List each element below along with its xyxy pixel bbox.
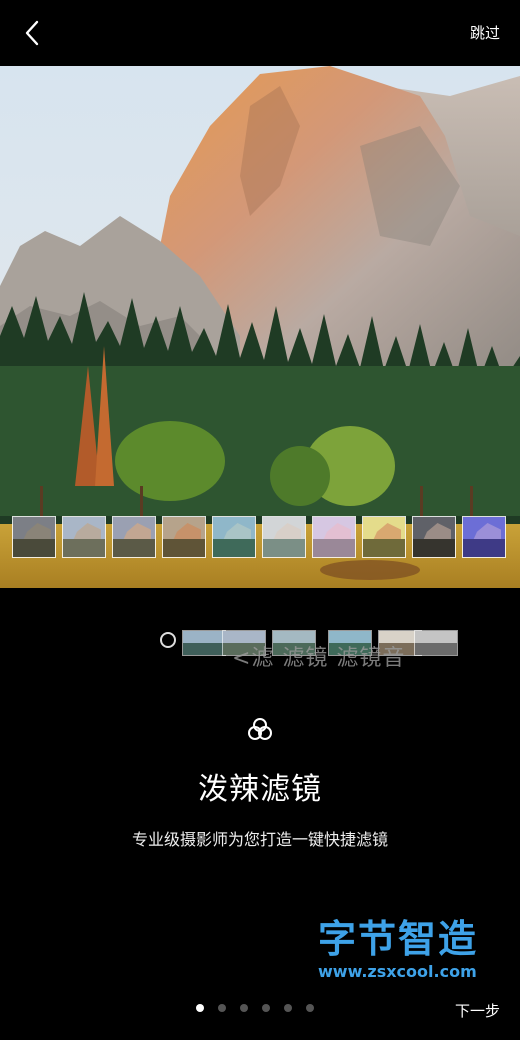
filter-thumbnail[interactable] bbox=[262, 516, 306, 558]
feature-subtitle: 专业级摄影师为您打造一键快捷滤镜 bbox=[131, 830, 388, 849]
watermark-url: www.zsxcool.com bbox=[318, 962, 477, 981]
thumbnail-ground bbox=[263, 539, 305, 557]
filter-thumbnail[interactable] bbox=[62, 516, 106, 558]
filter-thumbnail[interactable] bbox=[12, 516, 56, 558]
filter-preview-strip: <滤 滤镜 滤镜音 bbox=[160, 626, 458, 671]
filter-thumbnail[interactable] bbox=[312, 516, 356, 558]
filter-thumbnail[interactable] bbox=[362, 516, 406, 558]
page-dot[interactable] bbox=[240, 1004, 248, 1012]
page-dot[interactable] bbox=[218, 1004, 226, 1012]
thumbnail-ground bbox=[63, 539, 105, 557]
hero-photo bbox=[0, 66, 520, 588]
thumbnail-ground bbox=[413, 539, 455, 557]
filter-thumbnail[interactable] bbox=[412, 516, 456, 558]
page-dot[interactable] bbox=[284, 1004, 292, 1012]
filter-icon bbox=[248, 718, 272, 740]
filter-thumbnail[interactable] bbox=[162, 516, 206, 558]
thumbnail-ground bbox=[13, 539, 55, 557]
feature-title: 泼辣滤镜 bbox=[198, 772, 322, 807]
ghost-filter-text: <滤 滤镜 滤镜音 bbox=[232, 646, 406, 671]
top-bar: 跳过 bbox=[0, 0, 520, 66]
mini-thumbnail bbox=[414, 630, 458, 656]
thumbnail-ground bbox=[363, 539, 405, 557]
thumbnail-ground bbox=[213, 539, 255, 557]
watermark: 字节智造 www.zsxcool.com bbox=[318, 918, 498, 981]
thumbnail-ground bbox=[463, 539, 505, 557]
page-indicator bbox=[196, 1004, 314, 1012]
landscape-image bbox=[0, 66, 520, 588]
mini-thumbnail bbox=[182, 630, 226, 656]
filter-thumbnail[interactable] bbox=[462, 516, 506, 558]
thumbnail-ground bbox=[313, 539, 355, 557]
filter-ring-icon bbox=[160, 632, 176, 648]
thumbnail-ground bbox=[163, 539, 205, 557]
page-dot[interactable] bbox=[262, 1004, 270, 1012]
page-dot[interactable] bbox=[306, 1004, 314, 1012]
thumbnail-ground bbox=[113, 539, 155, 557]
watermark-title: 字节智造 bbox=[318, 917, 479, 961]
filter-thumbnail[interactable] bbox=[212, 516, 256, 558]
filter-thumbnail-row bbox=[12, 516, 506, 558]
back-arrow-icon[interactable] bbox=[18, 18, 48, 48]
next-button[interactable]: 下一步 bbox=[455, 1000, 500, 1021]
filter-thumbnail[interactable] bbox=[112, 516, 156, 558]
page-dot[interactable] bbox=[196, 1004, 204, 1012]
skip-button[interactable]: 跳过 bbox=[470, 22, 500, 43]
